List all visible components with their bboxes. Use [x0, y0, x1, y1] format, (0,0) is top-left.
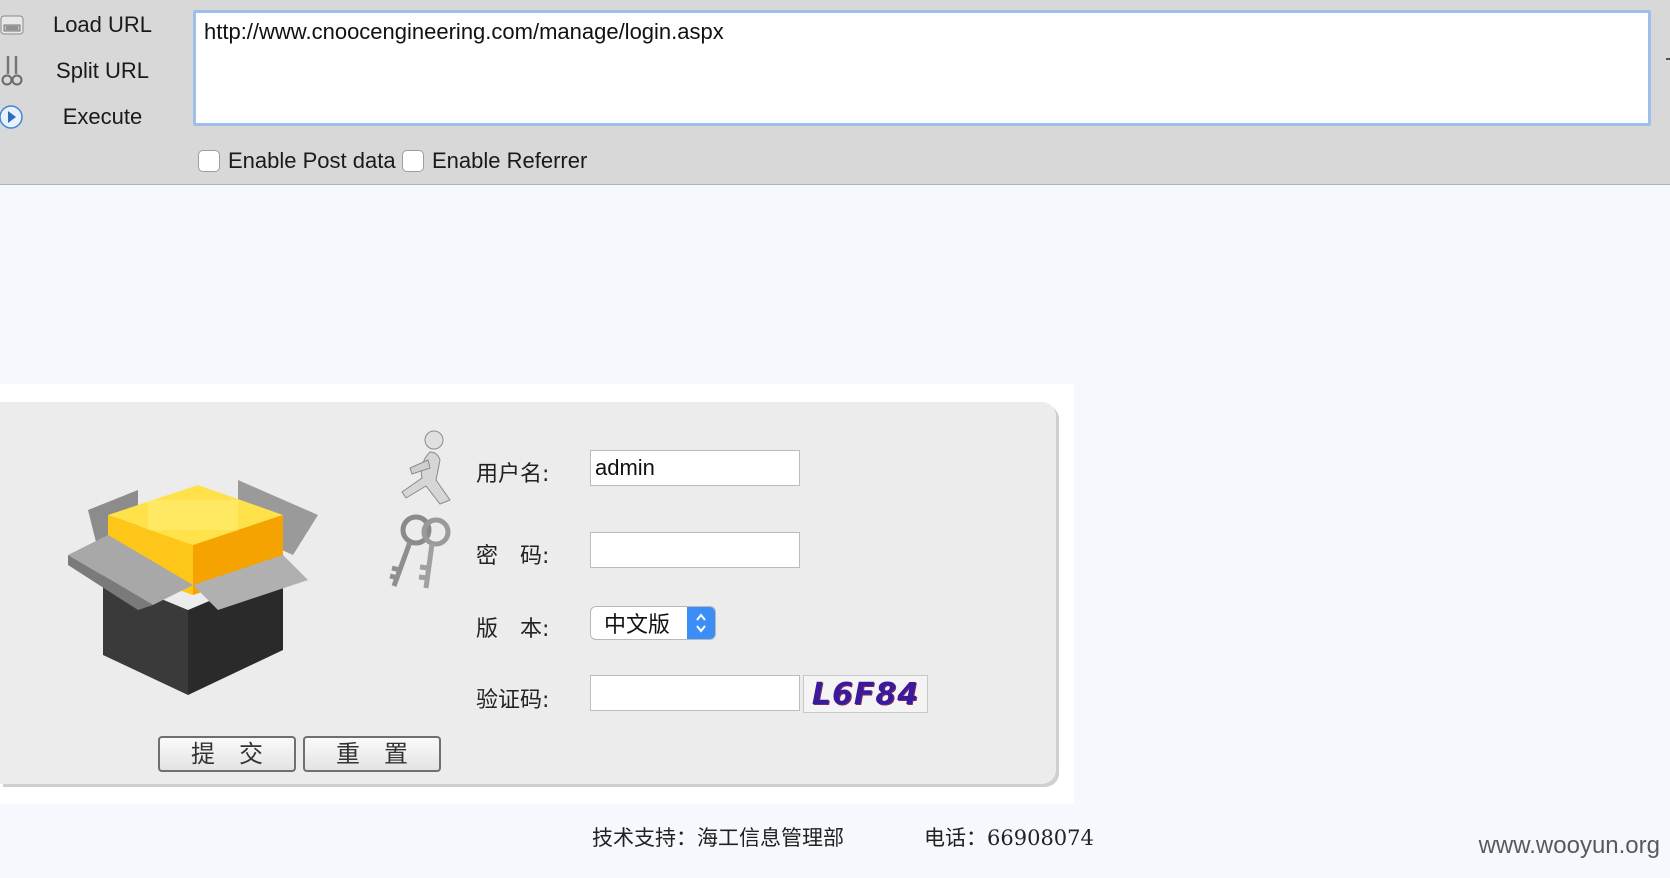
- enable-post-label: Enable Post data: [228, 148, 396, 173]
- enable-referrer-checkbox[interactable]: [402, 150, 424, 172]
- user-icon: [401, 430, 451, 505]
- username-input[interactable]: admin: [590, 450, 800, 486]
- keys-icon: [389, 514, 451, 589]
- open-box-icon: [68, 480, 318, 695]
- footer-support: 技术支持：海工信息管理部: [592, 826, 844, 850]
- url-textarea[interactable]: http://www.cnoocengineering.com/manage/l…: [193, 10, 1651, 126]
- enable-post-checkbox[interactable]: [198, 150, 220, 172]
- select-arrows-icon: [687, 607, 715, 639]
- hackbar-toolbar: Load URL Split URL Execute http://www.cn…: [0, 0, 1670, 185]
- version-select[interactable]: 中文版: [590, 606, 716, 640]
- split-url-icon: [0, 56, 24, 86]
- footer-phone: 电话：66908074: [924, 826, 1094, 850]
- password-label: 密 码:: [476, 544, 550, 569]
- enable-referrer-label: Enable Referrer: [432, 148, 588, 173]
- version-select-value: 中文版: [603, 613, 670, 638]
- enable-post-option[interactable]: Enable Post data: [198, 148, 396, 174]
- username-label: 用户名:: [476, 462, 550, 487]
- resize-grip[interactable]: [1666, 58, 1670, 60]
- password-input[interactable]: [590, 532, 800, 568]
- split-url-button[interactable]: Split URL: [0, 52, 180, 90]
- split-url-label: Split URL: [56, 58, 149, 83]
- version-label: 版 本:: [476, 617, 550, 642]
- execute-icon: [0, 104, 24, 130]
- load-url-label: Load URL: [52, 12, 153, 37]
- captcha-image[interactable]: L6F84: [803, 675, 928, 713]
- execute-label: Execute: [62, 104, 143, 129]
- enable-referrer-option[interactable]: Enable Referrer: [402, 148, 587, 174]
- captcha-input[interactable]: [590, 675, 800, 711]
- captcha-label: 验证码:: [476, 688, 550, 713]
- submit-button[interactable]: 提 交: [158, 736, 296, 772]
- captcha-text: L6F84: [811, 676, 920, 712]
- watermark-text: www.wooyun.org: [1478, 832, 1660, 859]
- load-url-icon: [0, 12, 24, 38]
- execute-button[interactable]: Execute: [0, 98, 180, 136]
- load-url-button[interactable]: Load URL: [0, 6, 180, 44]
- reset-button[interactable]: 重 置: [303, 736, 441, 772]
